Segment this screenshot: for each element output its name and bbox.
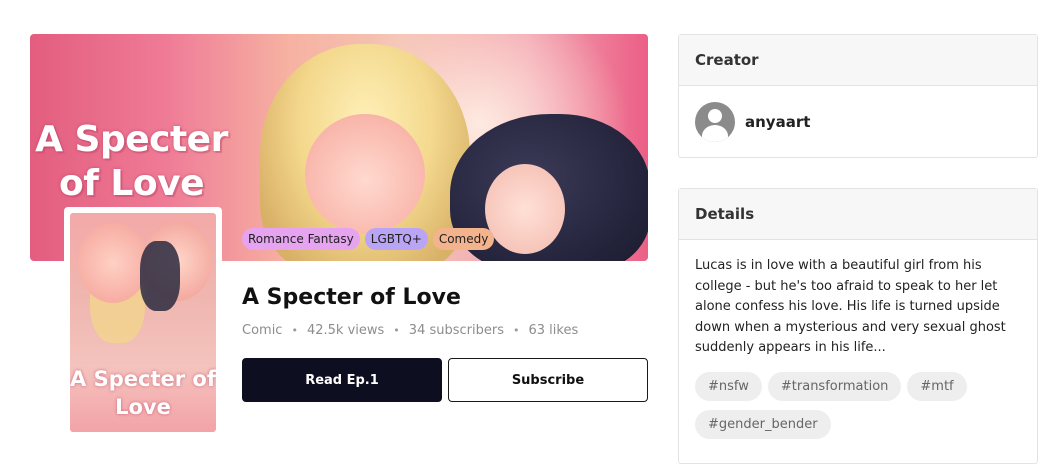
genre-tags: Romance Fantasy LGBTQ+ Comedy <box>242 228 495 250</box>
details-panel: Details Lucas is in love with a beautifu… <box>678 188 1038 464</box>
creator-panel-heading: Creator <box>679 35 1037 86</box>
meta-separator: • <box>512 324 520 337</box>
avatar[interactable] <box>695 101 735 142</box>
cover-character-darkhair <box>140 241 180 311</box>
banner-character-blonde-face <box>305 114 425 234</box>
avatar-head-shape <box>708 108 722 123</box>
genre-tag-comedy[interactable]: Comedy <box>432 228 495 250</box>
cover-thumbnail: A Specter of Love <box>64 207 222 438</box>
genre-tag-lgbtq[interactable]: LGBTQ+ <box>364 228 428 250</box>
avatar-body-shape <box>702 124 728 142</box>
series-title: A Specter of Love <box>242 285 461 310</box>
hashtag-list: #nsfw #transformation #mtf #gender_bende… <box>679 359 1037 439</box>
series-type: Comic <box>242 323 283 338</box>
hashtag-mtf[interactable]: #mtf <box>907 371 967 401</box>
hashtag-transformation[interactable]: #transformation <box>767 371 902 401</box>
details-panel-heading: Details <box>679 189 1037 240</box>
subscribe-button[interactable]: Subscribe <box>448 358 648 402</box>
genre-tag-romance-fantasy[interactable]: Romance Fantasy <box>242 228 360 250</box>
cover-image: A Specter of Love <box>70 213 216 432</box>
cover-art-title: A Specter of Love <box>70 367 216 419</box>
subscriber-count: 34 subscribers <box>408 323 504 338</box>
read-episode-button[interactable]: Read Ep.1 <box>242 358 442 402</box>
like-count: 63 likes <box>528 323 579 338</box>
meta-separator: • <box>291 324 298 337</box>
banner-character-darkhair-face <box>485 164 565 254</box>
creator-link[interactable]: anyaart <box>679 86 1037 157</box>
series-description: Lucas is in love with a beautiful girl f… <box>695 258 1006 355</box>
hashtag-nsfw[interactable]: #nsfw <box>695 371 762 401</box>
meta-separator: • <box>393 324 400 337</box>
creator-name[interactable]: anyaart <box>745 113 810 131</box>
hashtag-gender-bender[interactable]: #gender_bender <box>695 409 831 439</box>
creator-panel: Creator anyaart <box>678 34 1038 158</box>
banner-art-title: A Specter of Love <box>35 119 228 204</box>
series-meta: Comic • 42.5k views • 34 subscribers • 6… <box>242 323 578 338</box>
view-count: 42.5k views <box>306 323 385 338</box>
cover-heart-hand-left <box>78 223 148 303</box>
